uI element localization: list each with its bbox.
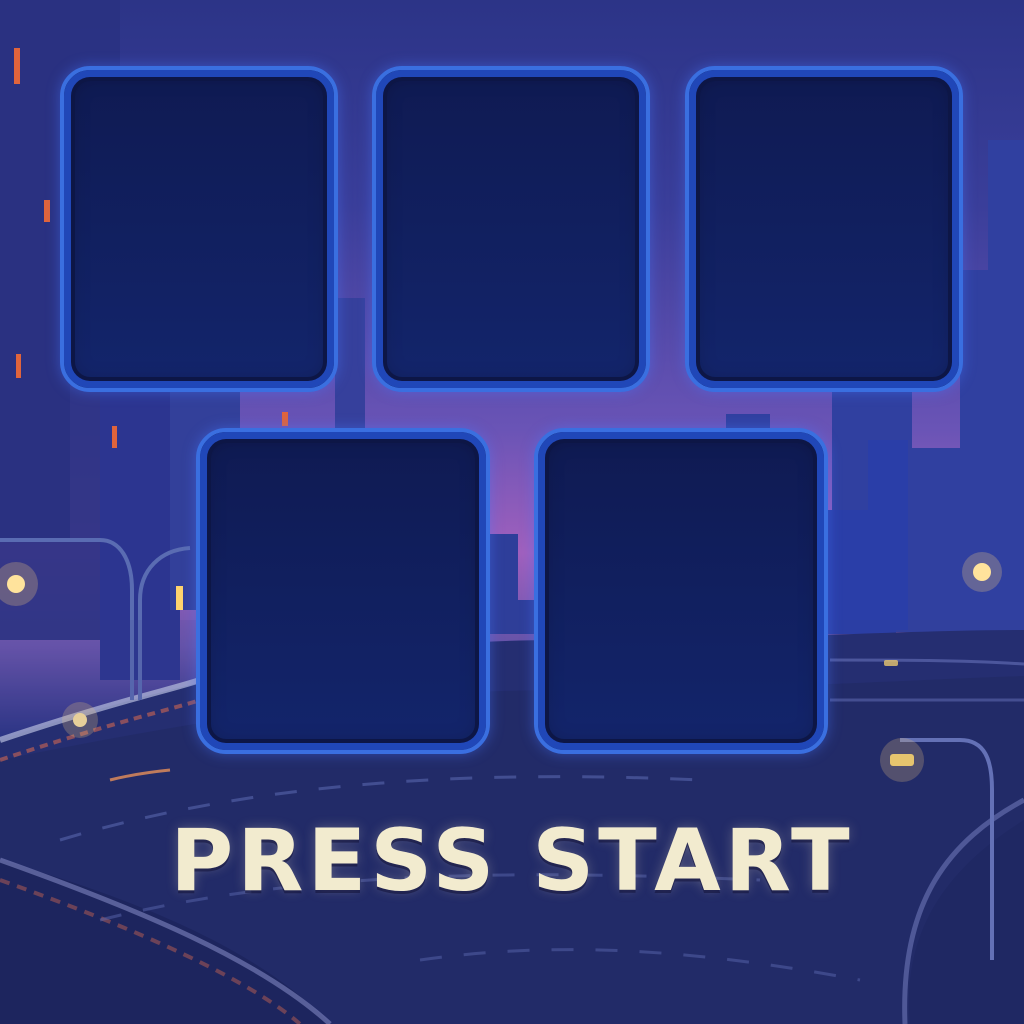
character-slot-3[interactable] [685, 66, 963, 392]
skyline-center [488, 534, 536, 634]
character-slot-2[interactable] [372, 66, 650, 392]
press-start-prompt[interactable]: PRESS START [0, 818, 1024, 904]
title-screen: PRESS START [0, 0, 1024, 1024]
character-slot-4[interactable] [196, 428, 490, 754]
character-slot-1[interactable] [60, 66, 338, 392]
character-slot-5[interactable] [534, 428, 828, 754]
